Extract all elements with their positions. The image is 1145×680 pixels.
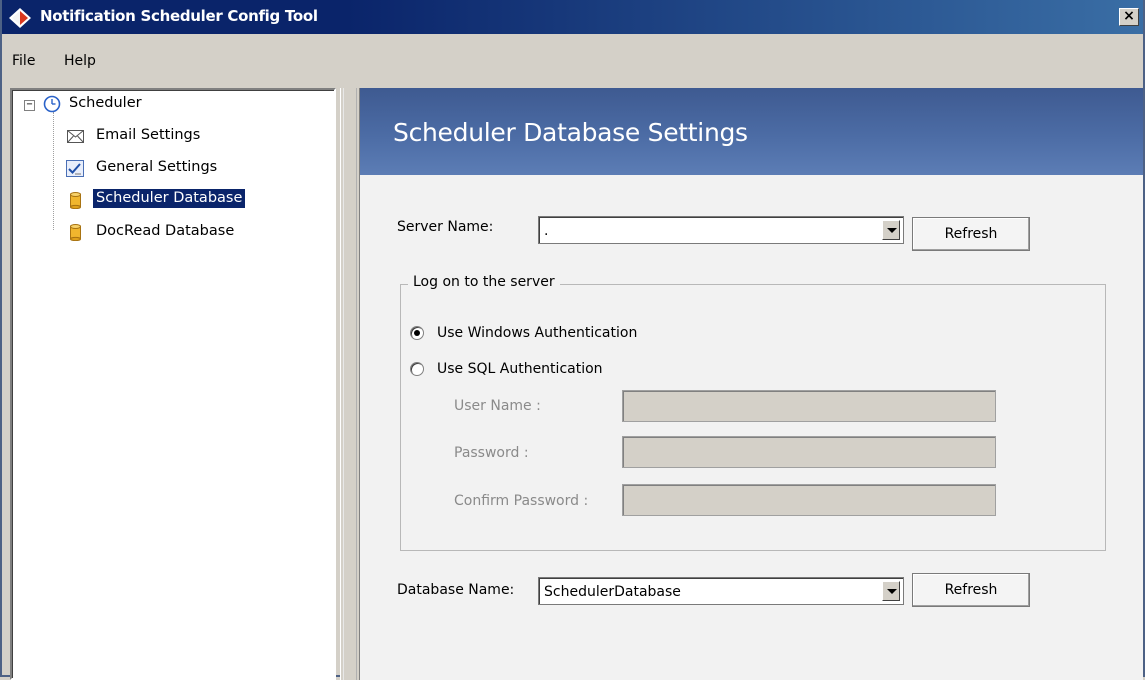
settings-panel: Scheduler Database Settings Server Name:…: [360, 88, 1143, 680]
password-field[interactable]: [622, 436, 996, 468]
database-name-value: SchedulerDatabase: [544, 584, 681, 600]
tree-node-scheduler-database[interactable]: Scheduler Database: [12, 188, 312, 212]
chevron-down-icon[interactable]: [882, 581, 900, 601]
clock-icon: [43, 95, 61, 113]
sql-auth-radio[interactable]: [410, 362, 424, 376]
close-button[interactable]: ×: [1119, 8, 1139, 26]
tree-node-email-settings[interactable]: Email Settings: [12, 124, 312, 148]
page-title: Scheduler Database Settings: [393, 118, 748, 147]
tree-node-docread-database[interactable]: DocRead Database: [12, 220, 312, 244]
database-icon: [70, 192, 81, 209]
logon-group-title: Log on to the server: [408, 274, 560, 290]
chevron-down-icon[interactable]: [882, 220, 900, 240]
confirm-password-field[interactable]: [622, 484, 996, 516]
menu-file[interactable]: File: [12, 53, 35, 69]
title-bar[interactable]: Notification Scheduler Config Tool ×: [2, 0, 1143, 34]
tree-label-scheduler-database: Scheduler Database: [93, 189, 246, 208]
database-refresh-button[interactable]: Refresh: [912, 573, 1030, 607]
password-label: Password :: [454, 445, 529, 461]
tree-node-general-settings[interactable]: General Settings: [12, 156, 312, 180]
database-name-combobox[interactable]: SchedulerDatabase: [538, 577, 904, 605]
envelope-icon: [67, 130, 84, 143]
database-icon: [70, 224, 81, 241]
server-name-combobox[interactable]: .: [538, 216, 904, 244]
tree-label-general-settings: General Settings: [96, 159, 218, 175]
username-field[interactable]: [622, 390, 996, 422]
menu-bar: File Help: [2, 34, 1143, 78]
tree-label-email-settings: Email Settings: [96, 127, 201, 143]
tree-label-scheduler: Scheduler: [69, 95, 142, 111]
database-name-label: Database Name:: [397, 582, 515, 598]
confirm-password-label: Confirm Password :: [454, 493, 589, 509]
server-refresh-button[interactable]: Refresh: [912, 217, 1030, 251]
windows-auth-radio[interactable]: [410, 326, 424, 340]
username-label: User Name :: [454, 398, 541, 414]
server-name-value: .: [544, 223, 549, 239]
splitter-groove: [343, 88, 357, 680]
header-banner: Scheduler Database Settings: [360, 88, 1143, 175]
app-logo-icon: [9, 8, 31, 28]
checklist-icon: [66, 160, 84, 177]
tree-node-scheduler[interactable]: − Scheduler: [12, 92, 312, 116]
menu-help[interactable]: Help: [64, 53, 96, 69]
windows-auth-label[interactable]: Use Windows Authentication: [437, 325, 637, 341]
collapse-icon[interactable]: −: [24, 100, 35, 111]
navigation-tree[interactable]: − Scheduler Email Settings General Setti…: [10, 88, 336, 680]
window-title: Notification Scheduler Config Tool: [40, 7, 318, 25]
app-window: Notification Scheduler Config Tool × Fil…: [0, 0, 1145, 680]
sql-auth-label[interactable]: Use SQL Authentication: [437, 361, 603, 377]
server-name-label: Server Name:: [397, 219, 494, 235]
tree-label-docread-database: DocRead Database: [96, 223, 235, 239]
